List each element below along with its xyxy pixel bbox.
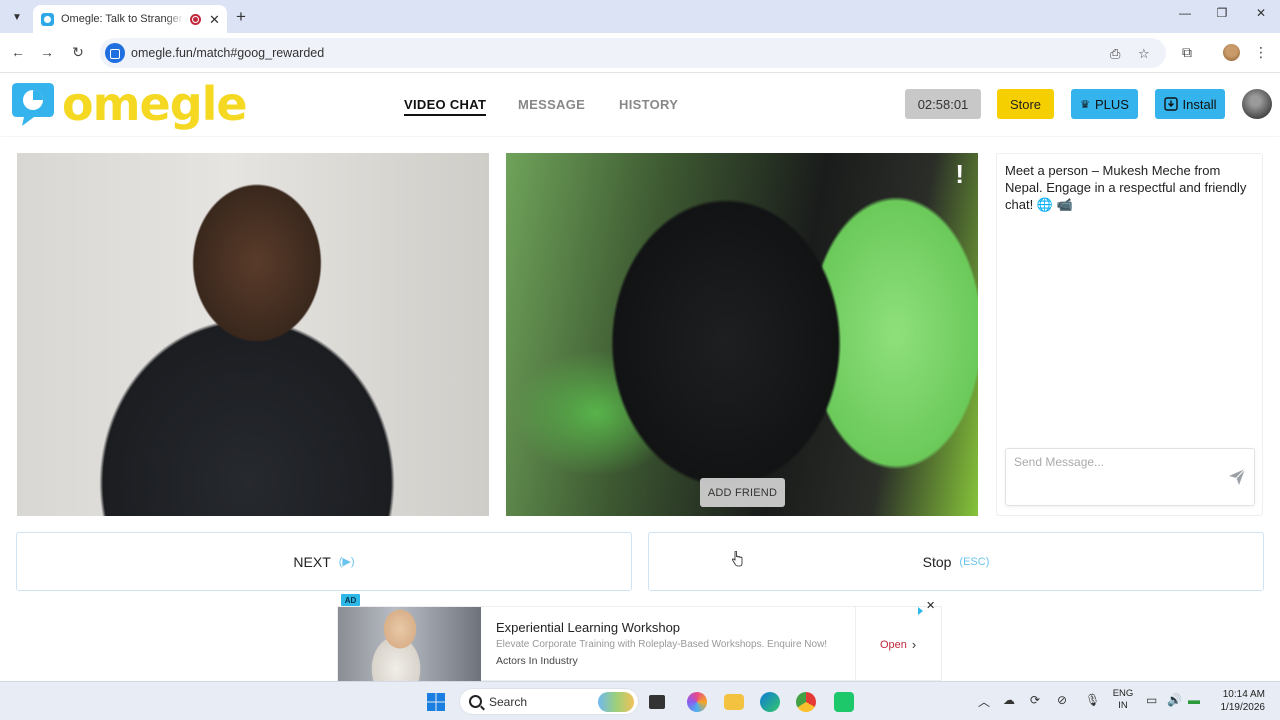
recording-icon (190, 13, 201, 25)
stop-shortcut-hint: (ESC) (959, 555, 990, 568)
bookmark-star-icon[interactable]: ☆ (1138, 46, 1150, 62)
whatsapp-icon[interactable] (834, 692, 854, 712)
browser-tabstrip: ▼ Omegle: Talk to Strangers with ✕ + — ❐… (0, 0, 1280, 33)
file-explorer-icon[interactable] (724, 694, 744, 710)
site-header: omegle VIDEO CHAT MESSAGE HISTORY 02:58:… (0, 74, 1280, 136)
ad-banner[interactable]: AD Experiential Learning Workshop Elevat… (337, 593, 942, 682)
extensions-icon[interactable]: ⧉ (1178, 44, 1196, 60)
tab-search-icon[interactable]: ▼ (6, 7, 28, 27)
ad-image[interactable] (338, 607, 481, 682)
url-text[interactable]: omegle.fun/match#goog_rewarded (131, 46, 324, 60)
microphone-icon[interactable]: 🎙 (1085, 693, 1100, 707)
logo-text: omegle (62, 77, 248, 131)
search-highlight-icon (598, 692, 634, 712)
plus-button[interactable]: ♛ PLUS (1071, 89, 1138, 119)
plus-label: PLUS (1094, 96, 1129, 112)
nav-history[interactable]: HISTORY (619, 97, 678, 112)
browser-toolbar: ← → ↻ omegle.fun/match#goog_rewarded ⎙ ☆… (0, 33, 1280, 73)
chat-input-box[interactable] (1005, 448, 1255, 506)
ad-divider (855, 607, 856, 682)
browser-profile-avatar[interactable] (1223, 44, 1240, 61)
task-view-icon[interactable] (649, 695, 665, 709)
omegle-logo-icon (12, 83, 54, 126)
maximize-icon[interactable]: ❐ (1212, 6, 1232, 20)
site-info-icon[interactable] (105, 43, 125, 63)
edge-icon[interactable] (760, 692, 780, 712)
self-video-feed (17, 153, 489, 516)
taskbar-search-label: Search (489, 695, 528, 709)
volume-icon[interactable]: 🔊 (1167, 693, 1182, 707)
network-off-icon[interactable]: ⊘ (1057, 693, 1067, 707)
hand-cursor-icon (731, 551, 743, 567)
ad-close-icon[interactable]: ✕ (926, 599, 935, 612)
ad-open-button[interactable]: Open › (880, 637, 916, 652)
chat-message-input[interactable] (1014, 455, 1224, 469)
ad-choices-icon[interactable] (918, 607, 926, 615)
windows-start-icon[interactable] (426, 692, 446, 712)
clock-time: 10:14 AM (1222, 689, 1265, 700)
install-label: Install (1182, 96, 1217, 112)
browser-tab[interactable]: Omegle: Talk to Strangers with ✕ (33, 5, 227, 33)
onedrive-icon[interactable]: ☁ (1003, 693, 1015, 707)
next-button[interactable]: NEXT (▶) (16, 532, 632, 591)
chat-panel: Meet a person – Mukesh Meche from Nepal.… (996, 153, 1263, 516)
add-friend-button[interactable]: ADD FRIEND (700, 478, 785, 507)
forward-icon[interactable]: → (38, 44, 56, 60)
minimize-icon[interactable]: — (1175, 6, 1195, 20)
crown-icon: ♛ (1080, 98, 1090, 111)
window-close-icon[interactable]: ✕ (1251, 6, 1271, 20)
send-icon[interactable] (1228, 468, 1246, 486)
language-code: ENG (1112, 688, 1134, 699)
stranger-video-feed: ! ADD FRIEND (506, 153, 978, 516)
tray-overflow-icon[interactable]: ︿ (978, 693, 990, 710)
ad-open-label: Open (880, 638, 907, 651)
store-button[interactable]: Store (997, 89, 1054, 119)
input-language[interactable]: ENG IN (1112, 688, 1134, 712)
chevron-right-icon: › (911, 637, 917, 652)
next-label: NEXT (293, 553, 331, 570)
user-avatar[interactable] (1242, 89, 1272, 119)
omegle-favicon-icon (41, 12, 54, 26)
ad-body[interactable]: Experiential Learning Workshop Elevate C… (337, 606, 942, 682)
download-icon (1163, 97, 1178, 111)
chrome-icon[interactable] (796, 692, 816, 712)
session-timer: 02:58:01 (905, 89, 981, 119)
ad-advertiser: Actors In Industry (496, 655, 578, 667)
browser-menu-icon[interactable]: ⋮ (1252, 44, 1270, 60)
ad-title[interactable]: Experiential Learning Workshop (496, 620, 680, 635)
new-tab-icon[interactable]: + (236, 7, 246, 27)
reload-icon[interactable]: ↻ (69, 44, 87, 60)
ad-description: Elevate Corporate Training with Roleplay… (496, 639, 828, 650)
tab-title: Omegle: Talk to Strangers with (61, 13, 184, 25)
battery-icon[interactable]: ▬ (1188, 693, 1200, 707)
display-icon[interactable]: ▭ (1146, 693, 1157, 707)
windows-taskbar: Search ︿ ☁ ⟳ ⊘ 🎙 ENG IN ▭ 🔊 ▬ 10:14 AM 1… (0, 681, 1280, 720)
report-icon[interactable]: ! (955, 161, 964, 187)
install-app-icon[interactable]: ⎙ (1110, 46, 1120, 62)
region-code: IN (1118, 700, 1128, 711)
nav-video-chat[interactable]: VIDEO CHAT (404, 97, 487, 116)
address-bar[interactable]: omegle.fun/match#goog_rewarded ⎙ ☆ (100, 38, 1166, 68)
copilot-icon[interactable] (687, 692, 707, 712)
clock-date: 1/19/2026 (1220, 702, 1266, 713)
stop-label: Stop (922, 553, 952, 570)
search-icon (469, 695, 482, 708)
omegle-logo[interactable]: omegle (8, 77, 248, 131)
nav-message[interactable]: MESSAGE (518, 97, 585, 112)
system-clock[interactable]: 10:14 AM 1/19/2026 (1213, 688, 1266, 714)
install-button[interactable]: Install (1155, 89, 1225, 119)
next-shortcut-hint: (▶) (338, 556, 355, 568)
taskbar-search[interactable]: Search (459, 688, 639, 715)
tab-close-icon[interactable]: ✕ (209, 13, 220, 26)
ad-badge: AD (341, 594, 360, 606)
back-icon[interactable]: ← (9, 44, 27, 60)
sync-icon[interactable]: ⟳ (1030, 693, 1040, 707)
chat-intro-message: Meet a person – Mukesh Meche from Nepal.… (1005, 163, 1247, 212)
